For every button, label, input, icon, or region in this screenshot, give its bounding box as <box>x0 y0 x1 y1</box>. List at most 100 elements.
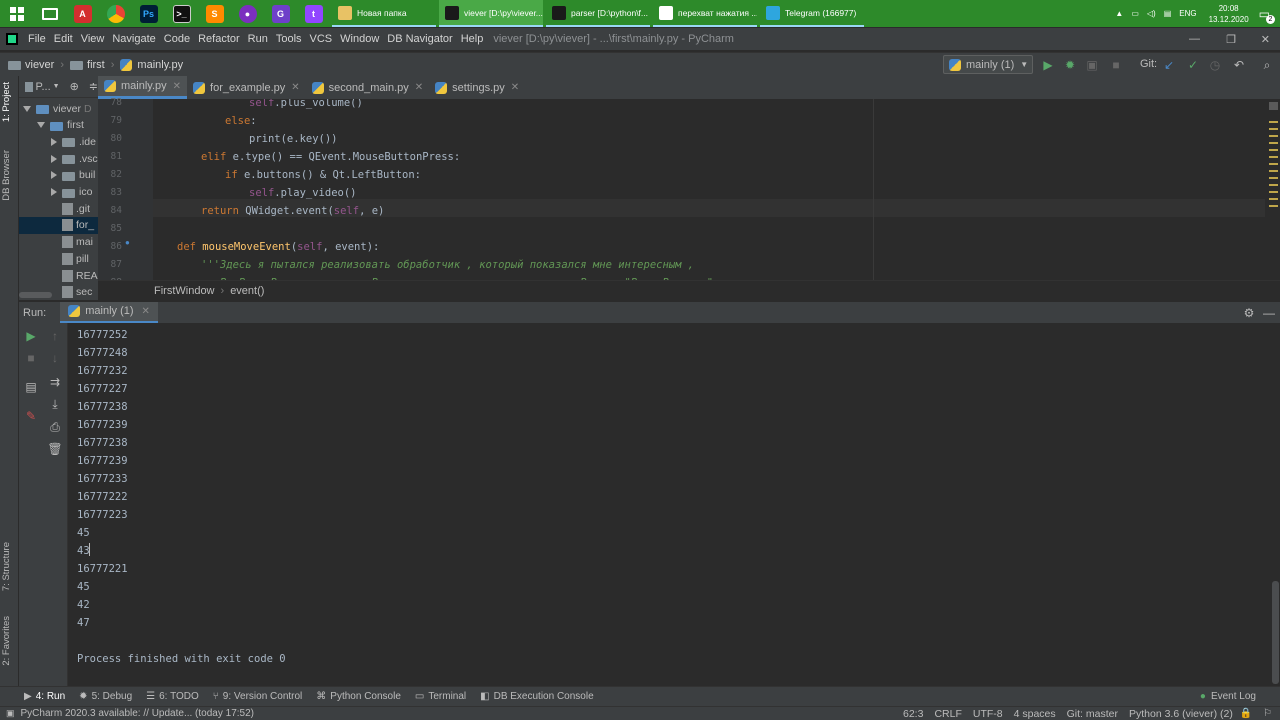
tool-tab[interactable]: ✹ 5: Debug <box>79 691 132 702</box>
taskbar-task[interactable]: viever [D:\py\viever... <box>439 0 543 27</box>
run-tab[interactable]: mainly (1) ✕ <box>60 301 158 324</box>
status-message[interactable]: PyCharm 2020.3 available: // Update... (… <box>21 708 254 719</box>
tool-tab[interactable]: ◧ DB Execution Console <box>480 691 594 702</box>
notifications-icon[interactable]: ⚐ <box>1263 708 1272 719</box>
editor-tab[interactable]: for_example.py ✕ <box>187 76 306 99</box>
close-icon[interactable]: ✕ <box>291 82 299 93</box>
restore-icon[interactable]: ❐ <box>1226 33 1236 46</box>
event-log-tab[interactable]: ● Event Log <box>1200 691 1256 702</box>
python-interpreter[interactable]: Python 3.6 (viever) (2) <box>1129 708 1233 720</box>
menu-item-view[interactable]: View <box>77 33 109 45</box>
minimize-icon[interactable]: — <box>1189 33 1200 45</box>
coverage-icon[interactable]: ▣ <box>1083 56 1101 74</box>
indent-setting[interactable]: 4 spaces <box>1014 708 1056 720</box>
soft-wrap-icon[interactable]: ⇉ <box>46 373 64 391</box>
menu-item-db-navigator[interactable]: DB Navigator <box>383 33 456 45</box>
trash-icon[interactable]: 🗑 <box>46 440 64 458</box>
file-encoding[interactable]: UTF-8 <box>973 708 1003 720</box>
rollback-icon[interactable]: ↶ <box>1230 56 1248 74</box>
console-scroll-thumb[interactable] <box>1272 581 1279 684</box>
breadcrumb-item[interactable]: viever <box>25 59 54 71</box>
project-tree-item[interactable]: pill <box>19 250 98 267</box>
project-tree-item[interactable]: first <box>19 117 98 134</box>
db-browser-tool-tab[interactable]: DB Browser <box>1 150 12 201</box>
pin-icon[interactable]: ✎ <box>22 407 40 425</box>
close-icon[interactable]: ✕ <box>142 306 150 317</box>
locate-icon[interactable]: ⊕ <box>70 80 79 93</box>
project-tree-item[interactable]: viever D <box>19 100 98 117</box>
tool-windows-icon[interactable]: ▣ <box>6 708 15 719</box>
project-tree-item[interactable]: for_ <box>19 216 98 234</box>
project-tree-item[interactable]: ico <box>19 184 98 201</box>
chevron-down-icon[interactable] <box>23 105 31 112</box>
run-console[interactable]: 16777252 16777248 16777232 16777227 16777238… <box>68 323 1270 686</box>
code-editor[interactable]: self.plus_volume() else: print(e.key()) eli… <box>153 99 1265 280</box>
clock[interactable]: 20:08 13.12.2020 <box>1209 3 1249 25</box>
close-icon[interactable]: ✕ <box>173 81 181 92</box>
menu-item-refactor[interactable]: Refactor <box>194 33 244 45</box>
run-config-select[interactable]: mainly (1) ▼ <box>943 55 1033 74</box>
github-icon[interactable]: G <box>264 0 297 27</box>
project-tree-item[interactable]: .git <box>19 200 98 217</box>
menu-item-tools[interactable]: Tools <box>272 33 306 45</box>
windows-start-icon[interactable] <box>0 0 33 27</box>
project-view-label[interactable]: P... <box>36 81 51 93</box>
obs-icon[interactable]: ● <box>231 0 264 27</box>
breakpoint-override-icon[interactable]: ● <box>125 238 130 247</box>
editor-tab[interactable]: mainly.py ✕ <box>98 76 188 99</box>
debug-icon[interactable]: ✹ <box>1061 56 1079 74</box>
notifications-icon[interactable]: ▭ 2 <box>1259 7 1275 24</box>
menu-item-edit[interactable]: Edit <box>50 33 77 45</box>
menu-item-code[interactable]: Code <box>160 33 194 45</box>
tool-tab[interactable]: ⑂ 9: Version Control <box>213 691 303 702</box>
chevron-right-icon[interactable] <box>51 154 57 163</box>
language-indicator[interactable]: ENG <box>1179 9 1196 18</box>
chevron-right-icon[interactable] <box>51 171 57 180</box>
menu-item-window[interactable]: Window <box>336 33 383 45</box>
twitch-icon[interactable]: t <box>297 0 330 27</box>
scroll-to-end-icon[interactable]: ⤓ <box>46 395 64 413</box>
chevron-right-icon[interactable] <box>51 188 57 196</box>
chevron-down-icon[interactable] <box>37 122 45 129</box>
task-view-icon[interactable] <box>33 0 66 27</box>
photoshop-icon[interactable]: Ps <box>132 0 165 27</box>
chrome-icon[interactable] <box>99 0 132 27</box>
hide-panel-icon[interactable]: — <box>1260 304 1278 322</box>
rerun-icon[interactable]: ▶ <box>22 327 40 345</box>
menu-item-navigate[interactable]: Navigate <box>108 33 159 45</box>
structure-tool-tab[interactable]: 7: Structure <box>1 542 12 591</box>
project-tree-item[interactable]: mai <box>19 234 98 251</box>
menu-item-help[interactable]: Help <box>457 33 488 45</box>
down-arrow-icon[interactable]: ↓ <box>46 349 64 367</box>
taskbar-task[interactable]: parser [D:\python\f... <box>546 0 650 27</box>
project-tool-tab[interactable]: 1: Project <box>1 82 12 122</box>
sublime-icon[interactable]: S <box>198 0 231 27</box>
gear-icon[interactable]: ⚙ <box>1240 304 1258 322</box>
breadcrumb-item[interactable]: first <box>87 59 105 71</box>
stop-icon[interactable]: ■ <box>1107 56 1125 74</box>
tool-tab[interactable]: ⌘ Python Console <box>316 691 401 702</box>
project-tree-item[interactable]: .ide <box>19 133 98 150</box>
layout-icon[interactable]: ▤ <box>22 378 40 396</box>
menu-item-vcs[interactable]: VCS <box>306 33 337 45</box>
project-tree-item[interactable]: .vsc <box>19 150 98 167</box>
git-commit-icon[interactable]: ✓ <box>1184 56 1202 74</box>
up-arrow-icon[interactable]: ↑ <box>46 327 64 345</box>
git-branch[interactable]: Git: master <box>1067 708 1118 720</box>
console-scrollbar[interactable] <box>1270 323 1280 686</box>
close-icon[interactable]: ✕ <box>415 82 423 93</box>
breadcrumb-item[interactable]: mainly.py <box>137 59 183 71</box>
acrobat-icon[interactable]: A <box>66 0 99 27</box>
close-icon[interactable]: ✕ <box>511 82 519 93</box>
lock-icon[interactable]: 🔒 <box>1240 708 1252 719</box>
volume-icon[interactable]: ◁) <box>1147 9 1156 18</box>
tray-chevron-icon[interactable]: ▲ <box>1115 9 1123 18</box>
search-icon[interactable]: ⌕ <box>1258 56 1276 74</box>
caret-position[interactable]: 62:3 <box>903 708 923 720</box>
collapse-icon[interactable]: ≑ <box>89 80 98 93</box>
chevron-right-icon[interactable] <box>51 137 57 146</box>
tool-tab[interactable]: ▶ 4: Run <box>24 691 65 702</box>
editor-scrollbar[interactable] <box>1265 99 1280 280</box>
menu-item-run[interactable]: Run <box>244 33 272 45</box>
git-history-icon[interactable]: ◷ <box>1206 56 1224 74</box>
